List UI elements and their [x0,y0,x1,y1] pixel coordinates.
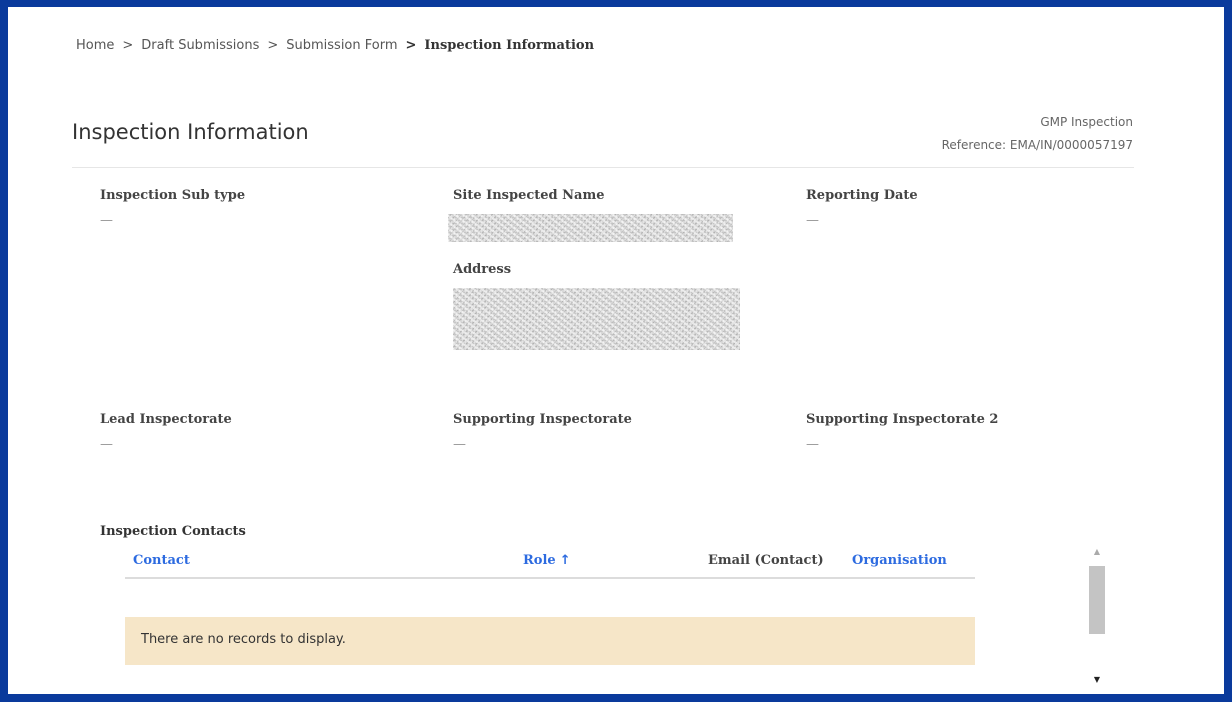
breadcrumb-separator: > [267,38,279,53]
contacts-table-header: Contact Role ↑ Email (Contact) Organisati… [125,547,975,579]
supporting-inspectorate-value: — [453,437,466,452]
inspection-type: GMP Inspection [1040,115,1133,129]
breadcrumb-separator: > [405,38,417,53]
inspection-sub-type-value: — [100,213,113,228]
breadcrumb-home[interactable]: Home [76,38,114,53]
column-header-contact[interactable]: Contact [133,553,190,568]
column-header-organisation[interactable]: Organisation [852,553,947,568]
column-header-role-label: Role [523,553,556,568]
content-frame: Home > Draft Submissions > Submission Form > I… [8,7,1224,694]
site-inspected-name-redacted [448,214,733,242]
supporting-inspectorate-2-label: Supporting Inspectorate 2 [806,412,999,427]
inspection-sub-type-label: Inspection Sub type [100,188,246,203]
column-header-role[interactable]: Role ↑ [523,553,571,568]
inspection-reference: Reference: EMA/IN/0000057197 [941,138,1133,152]
lead-inspectorate-label: Lead Inspectorate [100,412,232,427]
supporting-inspectorate-2-value: — [806,437,819,452]
scrollbar-thumb[interactable] [1089,566,1105,634]
inspection-meta: GMP Inspection Reference: EMA/IN/0000057… [942,111,1133,157]
scroll-up-arrow-icon[interactable]: ▲ [1088,543,1106,561]
column-header-email: Email (Contact) [708,553,824,568]
address-redacted [453,288,740,350]
breadcrumb-draft-submissions[interactable]: Draft Submissions [141,38,259,53]
scroll-down-arrow-icon[interactable]: ▼ [1088,671,1106,689]
supporting-inspectorate-label: Supporting Inspectorate [453,412,632,427]
address-label: Address [453,262,512,277]
title-divider [72,167,1134,168]
reporting-date-value: — [806,213,819,228]
breadcrumb-separator: > [122,38,134,53]
reporting-date-label: Reporting Date [806,188,918,203]
lead-inspectorate-value: — [100,437,113,452]
sort-ascending-icon: ↑ [559,553,571,568]
breadcrumb-current: Inspection Information [424,38,595,53]
vertical-scrollbar[interactable]: ▲ ▼ [1088,543,1106,689]
contacts-table: Contact Role ↑ Email (Contact) Organisati… [125,547,975,665]
empty-records-message: There are no records to display. [125,617,975,665]
breadcrumb-submission-form[interactable]: Submission Form [286,38,397,53]
inspection-contacts-title: Inspection Contacts [100,524,246,539]
site-inspected-name-label: Site Inspected Name [453,188,605,203]
page-title: Inspection Information [72,120,309,144]
breadcrumb: Home > Draft Submissions > Submission Form > I… [76,38,594,53]
